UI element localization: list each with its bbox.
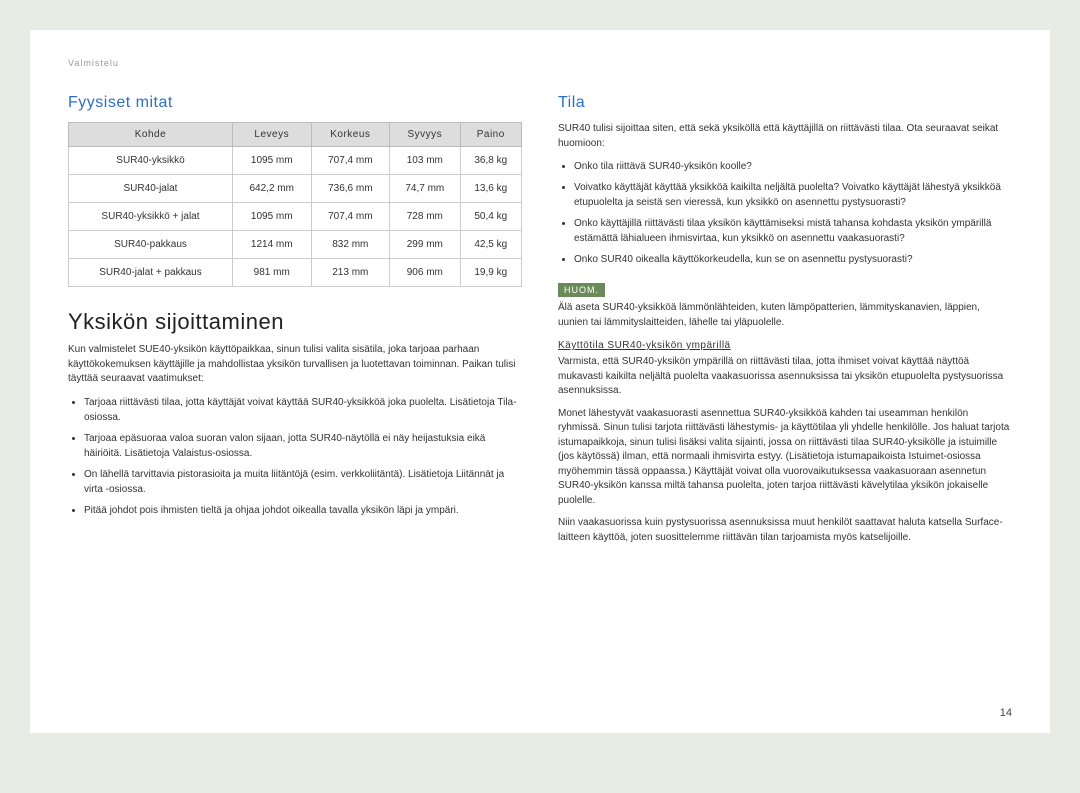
usage-space-p1: Varmista, että SUR40-yksikön ympärillä o… [558,355,1012,399]
page-number: 14 [1000,707,1012,719]
left-column: Fyysiset mitat Kohde Leveys Korkeus Syvy… [68,94,522,553]
list-item: Tarjoaa epäsuoraa valoa suoran valon sij… [84,431,522,461]
physical-dimensions-heading: Fyysiset mitat [68,94,522,112]
list-item: Pitää johdot pois ihmisten tieltä ja ohj… [84,503,522,518]
right-column: Tila SUR40 tulisi sijoittaa siten, että … [558,94,1012,553]
note-badge: HUOM. [558,283,605,297]
space-heading: Tila [558,94,1012,112]
table-row: SUR40-jalat + pakkaus 981 mm 213 mm 906 … [69,259,522,287]
list-item: Onko käyttäjillä riittävästi tilaa yksik… [574,216,1012,246]
note-text: Älä aseta SUR40-yksikköä lämmönlähteiden… [558,301,1012,330]
table-row: SUR40-jalat 642,2 mm 736,6 mm 74,7 mm 13… [69,175,522,203]
page: Valmistelu Fyysiset mitat Kohde Leveys K… [30,30,1050,733]
list-item: Voivatko käyttäjät käyttää yksikköä kaik… [574,180,1012,210]
two-column-layout: Fyysiset mitat Kohde Leveys Korkeus Syvy… [68,94,1012,553]
table-row: SUR40-yksikkö + jalat 1095 mm 707,4 mm 7… [69,203,522,231]
space-considerations-list: Onko tila riittävä SUR40-yksikön koolle?… [558,159,1012,267]
th-leveys: Leveys [232,123,311,147]
placement-requirements-list: Tarjoaa riittävästi tilaa, jotta käyttäj… [68,395,522,518]
unit-placement-heading: Yksikön sijoittaminen [68,309,522,335]
section-header: Valmistelu [68,58,1012,68]
th-kohde: Kohde [69,123,233,147]
list-item: Tarjoaa riittävästi tilaa, jotta käyttäj… [84,395,522,425]
th-syvyys: Syvyys [390,123,460,147]
placement-intro: Kun valmistelet SUE40-yksikön käyttöpaik… [68,343,522,387]
th-paino: Paino [460,123,521,147]
list-item: On lähellä tarvittavia pistorasioita ja … [84,467,522,497]
table-row: SUR40-pakkaus 1214 mm 832 mm 299 mm 42,5… [69,231,522,259]
table-header-row: Kohde Leveys Korkeus Syvyys Paino [69,123,522,147]
list-item: Onko SUR40 oikealla käyttökorkeudella, k… [574,252,1012,267]
list-item: Onko tila riittävä SUR40-yksikön koolle? [574,159,1012,174]
usage-space-p3: Niin vaakasuorissa kuin pystysuorissa as… [558,516,1012,545]
usage-space-p2: Monet lähestyvät vaakasuorasti asennettu… [558,407,1012,509]
space-intro: SUR40 tulisi sijoittaa siten, että sekä … [558,122,1012,151]
dimensions-table: Kohde Leveys Korkeus Syvyys Paino SUR40-… [68,122,522,287]
table-row: SUR40-yksikkö 1095 mm 707,4 mm 103 mm 36… [69,147,522,175]
usage-space-subheading: Käyttötila SUR40-yksikön ympärillä [558,340,1012,351]
th-korkeus: Korkeus [311,123,390,147]
